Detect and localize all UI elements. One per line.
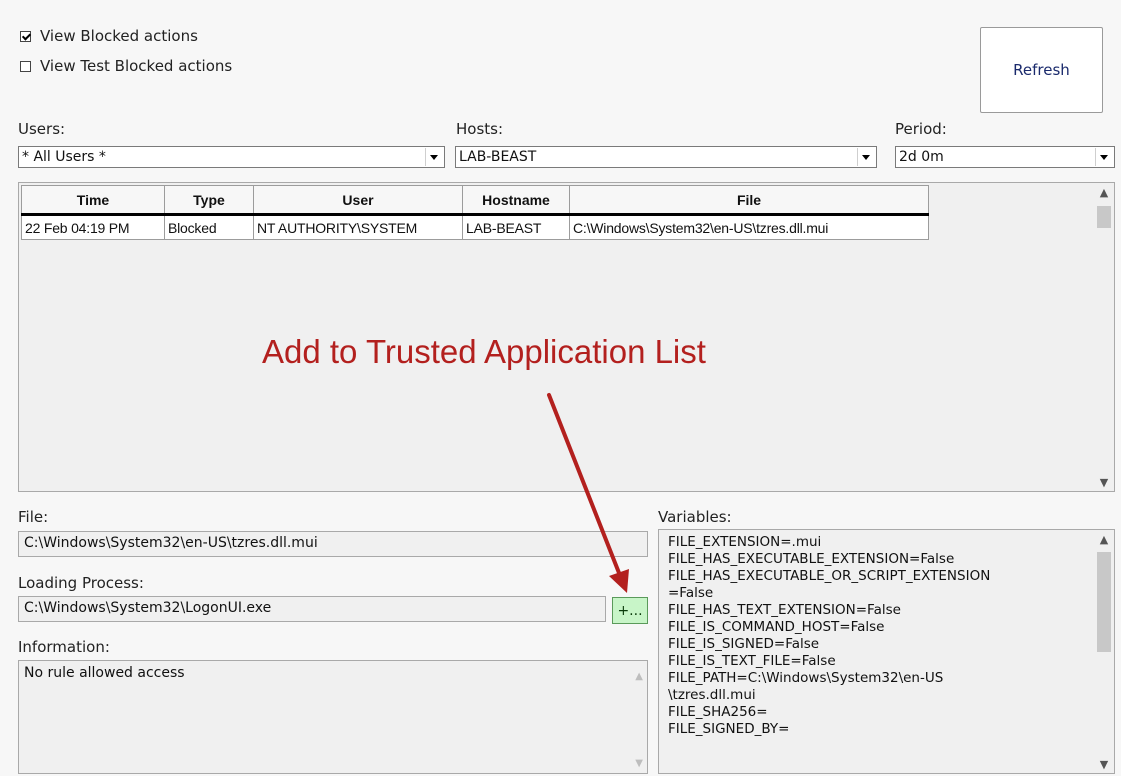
- variables-list[interactable]: FILE_EXTENSION=.mui FILE_HAS_EXECUTABLE_…: [658, 529, 1115, 774]
- grid-scrollbar[interactable]: ▲ ▼: [1094, 183, 1114, 491]
- scroll-down-icon[interactable]: ▼: [1094, 755, 1114, 773]
- variable-line: FILE_IS_SIGNED=False: [668, 636, 820, 652]
- scroll-down-icon[interactable]: ▼: [635, 758, 643, 769]
- view-blocked-label: View Blocked actions: [40, 27, 198, 45]
- period-select[interactable]: 2d 0m: [895, 146, 1115, 168]
- variable-line: FILE_EXTENSION=.mui: [668, 534, 822, 550]
- period-select-value: 2d 0m: [899, 149, 944, 165]
- scroll-up-icon[interactable]: ▲: [635, 671, 643, 682]
- variable-line: FILE_IS_TEXT_FILE=False: [668, 653, 836, 669]
- users-select[interactable]: * All Users *: [18, 146, 445, 168]
- information-label: Information:: [18, 638, 110, 656]
- variable-line: FILE_HAS_EXECUTABLE_OR_SCRIPT_EXTENSION: [668, 568, 991, 584]
- column-header-user[interactable]: User: [253, 185, 463, 216]
- cell-user: NT AUTHORITY\SYSTEM: [253, 214, 463, 240]
- cell-type: Blocked: [164, 214, 254, 240]
- column-header-type[interactable]: Type: [164, 185, 254, 216]
- view-test-blocked-label: View Test Blocked actions: [40, 57, 233, 75]
- variable-line: FILE_SHA256=: [668, 704, 768, 720]
- variable-line: FILE_SIGNED_BY=: [668, 721, 790, 737]
- scroll-thumb[interactable]: [1097, 552, 1111, 652]
- hosts-select[interactable]: LAB-BEAST: [455, 146, 877, 168]
- checkbox-checked-icon: [20, 30, 31, 42]
- loading-process-label: Loading Process:: [18, 574, 144, 592]
- scroll-thumb[interactable]: [1097, 206, 1111, 228]
- variable-line: =False: [668, 585, 714, 601]
- scroll-down-icon[interactable]: ▼: [1094, 473, 1114, 491]
- scroll-up-icon[interactable]: ▲: [1094, 530, 1114, 548]
- refresh-button[interactable]: Refresh: [980, 27, 1103, 113]
- variables-label: Variables:: [658, 508, 732, 526]
- variable-line: FILE_HAS_EXECUTABLE_EXTENSION=False: [668, 551, 955, 567]
- users-select-value: * All Users *: [22, 149, 106, 165]
- users-label: Users:: [18, 120, 66, 138]
- add-trusted-app-button[interactable]: +...: [612, 597, 648, 624]
- period-label: Period:: [895, 120, 947, 138]
- refresh-button-label: Refresh: [1013, 61, 1070, 79]
- file-label: File:: [18, 508, 49, 526]
- cell-time: 22 Feb 04:19 PM: [21, 214, 165, 240]
- view-blocked-checkbox[interactable]: View Blocked actions: [20, 27, 198, 45]
- variable-line: FILE_PATH=C:\Windows\System32\en-US: [668, 670, 944, 686]
- cell-hostname: LAB-BEAST: [462, 214, 570, 240]
- table-header-row: Time Type User Hostname File: [21, 185, 929, 216]
- cell-file: C:\Windows\System32\en-US\tzres.dll.mui: [569, 214, 929, 240]
- chevron-down-icon[interactable]: [425, 148, 442, 166]
- view-test-blocked-checkbox[interactable]: View Test Blocked actions: [20, 57, 232, 75]
- loading-process-field[interactable]: C:\Windows\System32\LogonUI.exe: [18, 596, 606, 622]
- checkbox-unchecked-icon: [20, 60, 31, 72]
- hosts-select-value: LAB-BEAST: [459, 149, 537, 165]
- actions-table: Time Type User Hostname File 22 Feb 04:1…: [21, 185, 929, 240]
- variables-lines: FILE_EXTENSION=.mui FILE_HAS_EXECUTABLE_…: [668, 534, 1088, 738]
- variable-line: \tzres.dll.mui: [668, 687, 756, 703]
- chevron-down-icon[interactable]: [1095, 148, 1112, 166]
- column-header-time[interactable]: Time: [21, 185, 165, 216]
- scroll-up-icon[interactable]: ▲: [1094, 183, 1114, 201]
- variable-line: FILE_IS_COMMAND_HOST=False: [668, 619, 885, 635]
- chevron-down-icon[interactable]: [857, 148, 874, 166]
- annotation-text: Add to Trusted Application List: [262, 333, 706, 370]
- table-row[interactable]: 22 Feb 04:19 PM Blocked NT AUTHORITY\SYS…: [21, 214, 929, 240]
- hosts-label: Hosts:: [456, 120, 504, 138]
- column-header-file[interactable]: File: [569, 185, 929, 216]
- file-field[interactable]: C:\Windows\System32\en-US\tzres.dll.mui: [18, 531, 648, 557]
- variables-scrollbar[interactable]: ▲ ▼: [1094, 530, 1114, 773]
- information-field[interactable]: No rule allowed access ▲ ▼: [18, 660, 648, 774]
- column-header-hostname[interactable]: Hostname: [462, 185, 570, 216]
- information-text: No rule allowed access: [24, 665, 185, 681]
- add-button-label: +...: [617, 602, 643, 619]
- variable-line: FILE_HAS_TEXT_EXTENSION=False: [668, 602, 901, 618]
